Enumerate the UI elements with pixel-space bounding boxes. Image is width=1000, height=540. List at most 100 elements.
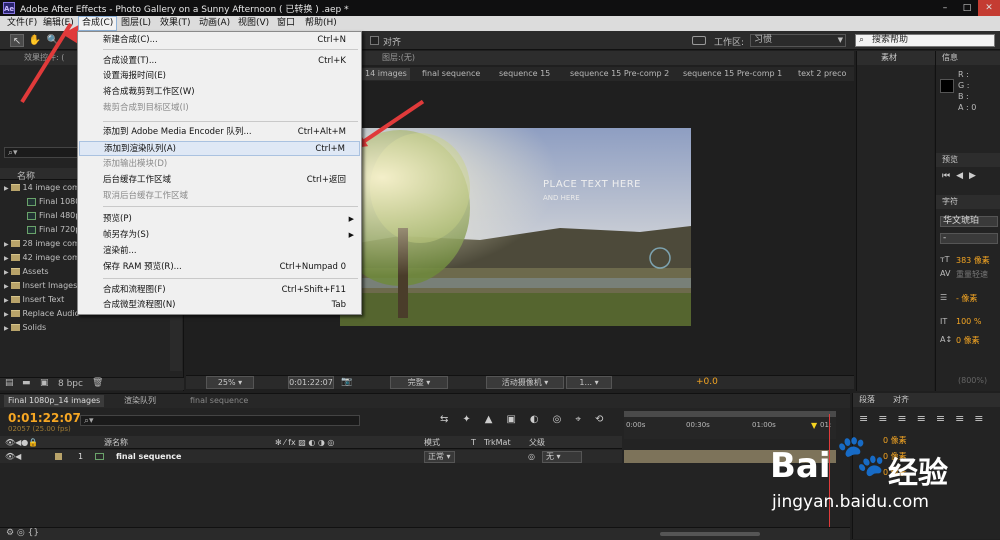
layer-mode-select[interactable]: 正常 ▾ [424, 451, 455, 463]
tab-sequence-15-precomp-1[interactable]: sequence 15 Pre-comp 1 [683, 67, 782, 81]
project-item[interactable]: ▶ Solids [0, 321, 182, 335]
camera-select[interactable]: 活动摄像机 ▾ [486, 376, 564, 389]
timeline-timecode[interactable]: 0:01:22:07 [8, 411, 81, 425]
menu-help[interactable]: 帮助(H) [302, 16, 340, 31]
menu-view[interactable]: 视图(V) [235, 16, 272, 31]
layer-name[interactable]: final sequence [116, 450, 181, 463]
menu-window[interactable]: 窗口 [274, 16, 298, 31]
tab-14-images[interactable]: 14 images [362, 68, 410, 80]
tab-align[interactable]: 对齐 [893, 393, 909, 407]
toggle-switches-icon[interactable]: ⚙ ◎ {} [6, 528, 39, 538]
alignment-buttons[interactable]: ≡≡≡≡≡≡≡ [859, 412, 994, 425]
pickwhip-icon[interactable]: ◎ [528, 450, 535, 463]
views-value: 1... [579, 378, 593, 387]
menu-item-12[interactable]: 渲染前... [79, 244, 360, 259]
menu-item-1[interactable]: 合成设置(T)... Ctrl+K [79, 54, 360, 69]
project-item-label: Final 720p [39, 225, 81, 234]
menu-item-11[interactable]: 帧另存为(S) ▶ [79, 228, 360, 243]
tab-material[interactable]: 素材 [881, 51, 897, 65]
close-icon[interactable]: ✕ [978, 0, 1000, 16]
menu-item-14[interactable]: 合成和流程图(F) Ctrl+Shift+F11 [79, 283, 360, 298]
work-area-bar[interactable] [624, 411, 836, 417]
tab-preview[interactable]: 预览 [942, 153, 958, 167]
timeline-zoom-slider[interactable] [660, 532, 760, 536]
tab-sequence-15[interactable]: sequence 15 [499, 67, 550, 81]
tab-info[interactable]: 信息 [942, 51, 958, 65]
menu-item-13[interactable]: 保存 RAM 预览(R)... Ctrl+Numpad 0 [79, 260, 360, 275]
font-family-select[interactable]: 华文琥珀 [940, 216, 998, 227]
project-item-label: 28 image com [22, 239, 80, 248]
magnification-select[interactable]: 25% ▾ [206, 376, 254, 389]
menu-item-10[interactable]: 预览(P) ▶ [79, 212, 360, 227]
col-parent[interactable]: 父级 [529, 436, 545, 449]
timeline-search-input[interactable]: ⌕▾ [80, 415, 360, 426]
workspace-toggle-icon[interactable] [692, 36, 706, 45]
viewer-timecode[interactable]: 0:01:22:07 [288, 376, 334, 389]
project-item-label: Assets [22, 267, 49, 276]
menu-effect[interactable]: 效果(T) [157, 16, 194, 31]
tab-text-2-precomp[interactable]: text 2 preco [798, 67, 846, 81]
font-style-select[interactable]: - [940, 233, 998, 244]
bpc-label[interactable]: 8 bpc [58, 379, 83, 389]
visibility-icon[interactable]: 👁◀ [5, 450, 21, 463]
selection-tool-icon[interactable]: ↖ [10, 34, 24, 47]
maximize-icon[interactable]: □ [956, 0, 978, 16]
tab-render-queue[interactable]: 渲染队列 [124, 394, 156, 408]
minimize-icon[interactable]: – [934, 0, 956, 16]
menu-item-5[interactable]: 添加到 Adobe Media Encoder 队列... Ctrl+Alt+M [79, 125, 360, 140]
new-comp-icon[interactable]: ▣ [40, 378, 49, 388]
submenu-arrow-icon: ▶ [348, 231, 354, 239]
timeline-layer-row[interactable]: 👁◀ 1 final sequence 正常 ▾ ◎ 无 ▾ [0, 450, 622, 463]
tab-final-sequence-timeline[interactable]: final sequence [190, 394, 248, 408]
resolution-select[interactable]: 完整 ▾ [390, 376, 448, 389]
title-bar: Ae Adobe After Effects - Photo Gallery o… [0, 0, 1000, 16]
exposure-value[interactable]: +0.0 [696, 377, 718, 387]
layer-panel-label[interactable]: 图层:(无) [382, 51, 415, 65]
menu-file[interactable]: 文件(F) [4, 16, 40, 31]
menu-item-15[interactable]: 合成微型流程图(N) Tab [79, 298, 360, 313]
col-mode[interactable]: 模式 [424, 436, 440, 449]
menu-item-label: 帧另存为(S) [103, 230, 150, 240]
tab-final-1080p[interactable]: Final 1080p_14 images [4, 395, 105, 407]
tab-character[interactable]: 字符 [942, 195, 958, 209]
col-trkmat[interactable]: TrkMat [484, 436, 511, 449]
ruler-0: 0:00s [626, 421, 646, 429]
project-item-label: Insert Images [22, 281, 78, 290]
label-color-swatch[interactable] [55, 453, 62, 460]
views-select[interactable]: 1... ▾ [566, 376, 612, 389]
hand-tool-icon[interactable]: ✋ [28, 34, 42, 47]
baseline-value[interactable]: 0 像素 [956, 335, 980, 346]
help-search-placeholder: 搜索帮助 [872, 35, 909, 45]
menu-item-2[interactable]: 设置海报时间(E) [79, 69, 360, 84]
help-search-input[interactable]: ⌕ 搜索帮助 [855, 34, 995, 47]
snap-checkbox[interactable] [370, 36, 379, 45]
time-ruler[interactable]: 0:00s 00:30s 01:00s 01: ▼ [624, 411, 836, 439]
menu-item-label: 裁剪合成到目标区域(I) [103, 103, 189, 113]
tab-sequence-15-precomp-2[interactable]: sequence 15 Pre-comp 2 [570, 67, 669, 81]
interpret-footage-icon[interactable]: ▤ [5, 378, 14, 388]
menu-animation[interactable]: 动画(A) [196, 16, 233, 31]
tracking-value[interactable]: 重量轻速 [956, 269, 988, 280]
tab-final-sequence[interactable]: final sequence [422, 67, 480, 81]
menu-layer[interactable]: 图层(L) [118, 16, 154, 31]
font-size-value[interactable]: 383 像素 [956, 255, 990, 266]
composition-frame[interactable]: PLACE TEXT HERE AND HERE [340, 128, 691, 326]
timeline-switches[interactable]: ⇆✦▲▣◐◎⌖⟲ [440, 414, 617, 425]
menu-item-8[interactable]: 后台缓存工作区域 Ctrl+返回 [79, 173, 360, 188]
layer-parent-select[interactable]: 无 ▾ [542, 451, 582, 463]
preview-controls[interactable]: ⏮◀▶ [942, 171, 982, 181]
camera-snapshot-icon[interactable]: 📷 [341, 377, 352, 387]
new-folder-icon[interactable]: ▬ [22, 378, 31, 388]
stroke-value[interactable]: - 像素 [956, 293, 977, 304]
folder-icon [10, 184, 20, 191]
workspace-select[interactable]: 习惯 ▼ [750, 34, 846, 47]
menu-item-label: 后台缓存工作区域 [103, 175, 172, 185]
col-source-name[interactable]: 源名称 [104, 436, 128, 449]
menu-item-0[interactable]: 新建合成(C)... Ctrl+N [79, 33, 360, 48]
menu-item-6[interactable]: 添加到渲染队列(A) Ctrl+M [79, 141, 360, 156]
trash-icon[interactable]: 🗑 [92, 378, 103, 388]
menu-item-3[interactable]: 将合成裁剪到工作区(W) [79, 85, 360, 100]
tab-paragraph[interactable]: 段落 [859, 393, 875, 407]
playhead-icon[interactable]: ▼ [811, 421, 817, 430]
vertical-scale-value[interactable]: 100 % [956, 317, 981, 326]
